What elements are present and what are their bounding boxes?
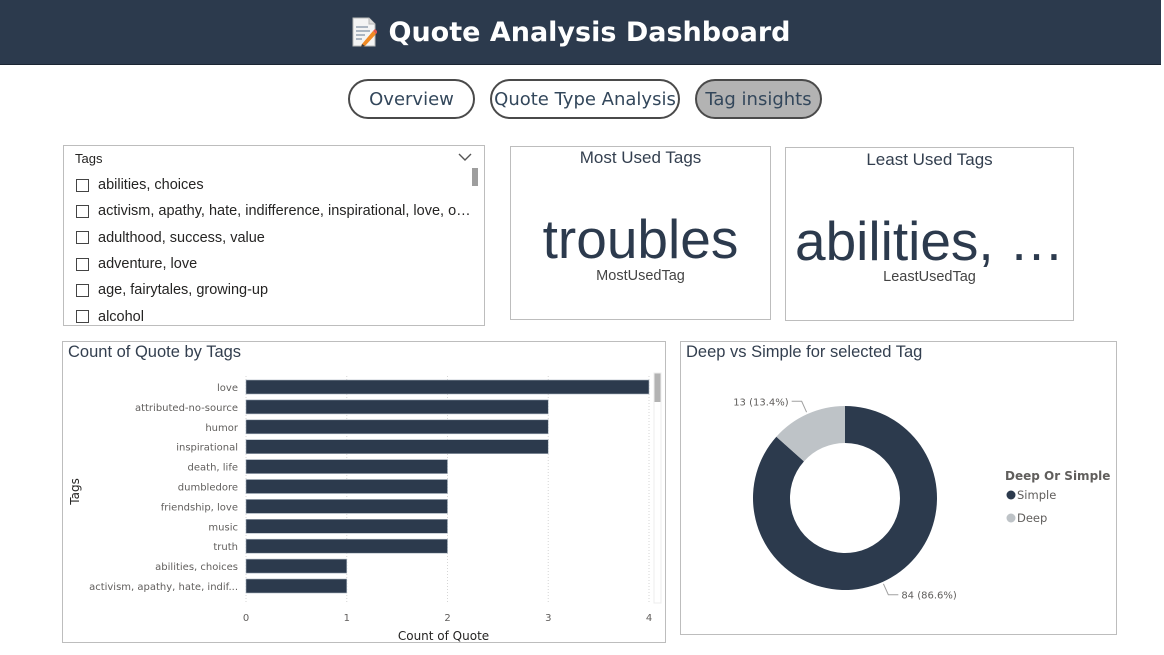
slicer-item[interactable]: abilities, choices (76, 172, 474, 198)
slicer-item[interactable]: adventure, love (76, 251, 474, 277)
x-tick-label: 3 (545, 613, 551, 624)
most-used-tags-card: Most Used Tags troubles MostUsedTag (510, 146, 771, 320)
quote-type-analysis-button[interactable]: Quote Type Analysis (490, 79, 680, 119)
x-tick-label: 4 (646, 613, 652, 624)
count-by-tags-chart: Count of Quote by Tags 0 1 2 3 4 love attribut… (62, 341, 666, 643)
donut-chart-svg: 84 (86.6%) 13 (13.4%) Deep Or Simple Simple… (733, 397, 1110, 602)
bar (245, 399, 549, 415)
bar-chart-svg: 0 1 2 3 4 love attributed-no-source humor inspir… (68, 372, 662, 642)
x-tick-label: 1 (344, 613, 350, 624)
data-label: 84 (86.6%) (901, 591, 957, 602)
bar (245, 519, 448, 534)
slicer-item[interactable]: activism, apathy, hate, indifference, in… (76, 198, 474, 224)
memo-icon (352, 17, 377, 47)
checkbox[interactable] (76, 178, 89, 192)
bar (245, 578, 348, 594)
least-used-tags-card: Least Used Tags abilities, … LeastUsedTa… (785, 147, 1074, 321)
overview-button[interactable]: Overview (348, 79, 475, 119)
chart-scroll-track (653, 372, 662, 604)
legend-title: Deep Or Simple (1005, 469, 1110, 483)
bar (245, 479, 448, 494)
slicer-item-label: age, fairytales, growing-up (98, 282, 269, 299)
data-label: 13 (13.4%) (733, 397, 789, 408)
legend-item-label: Deep (1017, 511, 1047, 525)
x-tick-label: 0 (243, 613, 249, 624)
leader-line (882, 583, 899, 596)
card-label: MostUsedTag (596, 268, 685, 284)
y-tick-label: humor (205, 423, 239, 434)
y-tick-label: death, life (188, 463, 238, 474)
bar (245, 459, 448, 474)
y-tick-label: activism, apathy, hate, indif... (89, 582, 238, 593)
checkbox[interactable] (76, 257, 89, 271)
leader-line (791, 400, 808, 413)
y-tick-label: inspirational (176, 443, 238, 454)
card-title: Most Used Tags (579, 148, 702, 167)
y-axis-label: Tags (68, 478, 82, 506)
tags-slicer: Tags abilities, choices activism, apathy… (63, 145, 485, 326)
slicer-item[interactable]: adulthood, success, value (76, 225, 474, 251)
y-tick-label: abilities, choices (155, 562, 238, 573)
y-tick-label: friendship, love (161, 502, 238, 513)
card-title: Least Used Tags (866, 150, 993, 169)
slicer-item-label: alcohol (98, 308, 144, 325)
slicer-item[interactable]: age, fairytales, growing-up (76, 277, 474, 303)
legend-marker (1006, 513, 1016, 523)
bar (245, 558, 348, 574)
header-title-group: Quote Analysis Dashboard (351, 17, 791, 48)
checkbox[interactable] (76, 231, 89, 245)
tag-insights-button[interactable]: Tag insights (695, 79, 822, 119)
dashboard-header: Quote Analysis Dashboard (0, 0, 1161, 65)
slicer-item-label: adventure, love (98, 256, 198, 273)
x-tick-label: 2 (444, 613, 450, 624)
slicer-item-label: abilities, choices (98, 177, 204, 194)
bar (245, 538, 448, 554)
x-axis-label: Count of Quote (398, 629, 489, 642)
checkbox[interactable] (76, 283, 89, 297)
page-title: Quote Analysis Dashboard (388, 16, 791, 48)
y-tick-label: attributed-no-source (135, 403, 238, 414)
y-tick-label: music (208, 522, 238, 533)
checkbox[interactable] (76, 204, 89, 218)
card-value: abilities, … (795, 210, 1064, 272)
slicer-title: Tags (75, 151, 103, 166)
bar (245, 379, 650, 395)
bar (245, 439, 549, 454)
chart-scrollbar[interactable] (654, 373, 661, 402)
legend-item-label: Simple (1017, 488, 1056, 502)
y-tick-label: dumbledore (178, 483, 238, 494)
slicer-item-label: adulthood, success, value (98, 229, 265, 246)
bar (245, 499, 448, 514)
legend-marker (1006, 490, 1016, 500)
bar (245, 419, 549, 435)
checkbox[interactable] (76, 310, 89, 324)
card-value: troubles (542, 208, 739, 270)
deep-vs-simple-chart: Deep vs Simple for selected Tag 84 (86.6… (680, 341, 1117, 635)
y-tick-label: love (217, 383, 238, 394)
slicer-item-label: activism, apathy, hate, indifference, in… (98, 203, 474, 220)
card-label: LeastUsedTag (883, 269, 976, 285)
chevron-down-icon[interactable] (458, 152, 472, 162)
slicer-item[interactable]: alcohol (76, 303, 474, 329)
slicer-list: abilities, choices activism, apathy, hat… (76, 172, 474, 330)
y-tick-label: truth (213, 542, 238, 553)
